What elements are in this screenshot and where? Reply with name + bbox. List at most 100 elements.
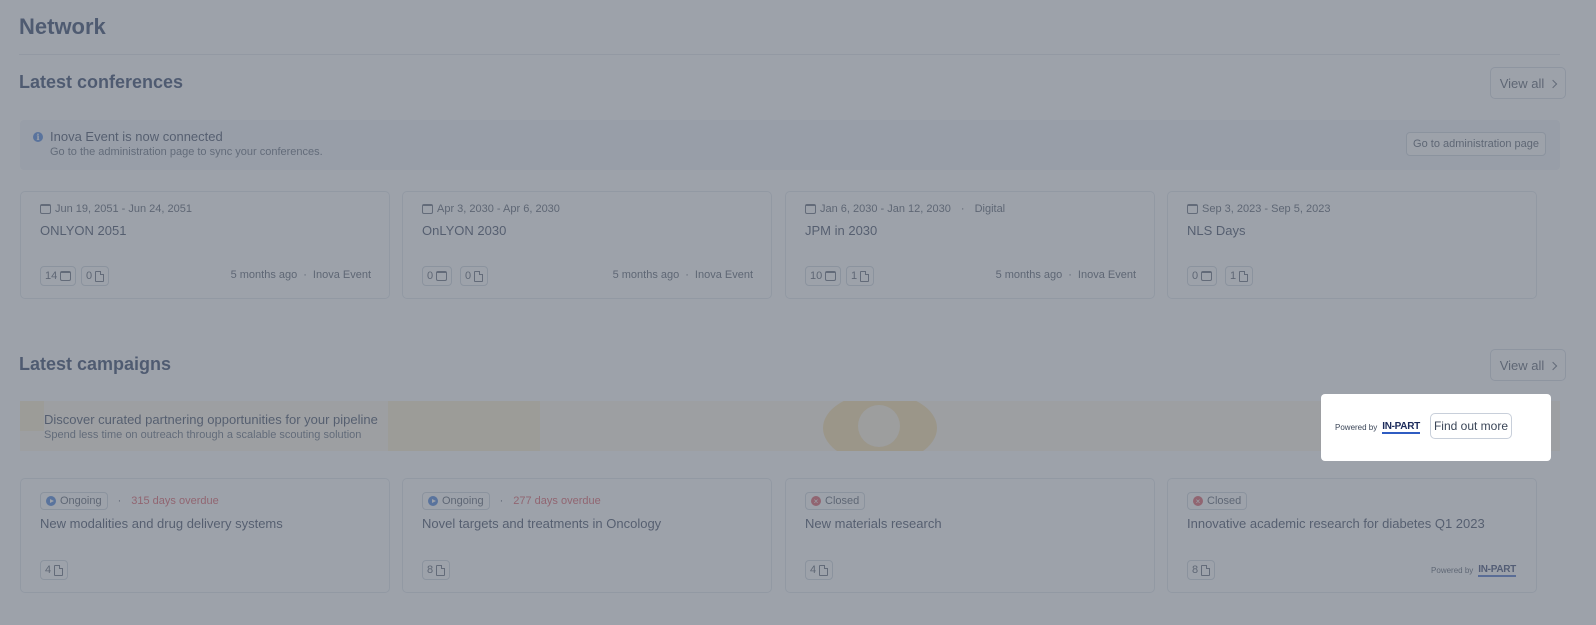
powered-by-label: Powered by (1335, 423, 1378, 432)
conferences-view-all-button[interactable]: View all (1490, 67, 1566, 99)
documents-count: 0 (86, 270, 93, 282)
events-count-chip: 14 (40, 266, 77, 286)
conference-card[interactable]: Apr 3, 2030 - Apr 6, 2030 OnLYON 2030 0 … (402, 191, 772, 299)
status-label: Ongoing (442, 495, 484, 507)
highlighted-find-out-more-panel: Powered by IN-PART Find out more (1321, 394, 1551, 461)
campaign-name: New materials research (805, 516, 942, 531)
page-title: Network (19, 14, 106, 39)
events-count: 14 (45, 270, 58, 282)
documents-count-chip: 4 (40, 560, 69, 580)
conference-dates: Jan 6, 2030 - Jan 12, 2030 · Digital (805, 203, 1005, 215)
in-part-logo: IN-PART (1478, 564, 1516, 577)
calendar-icon (1187, 204, 1198, 214)
view-all-label: View all (1499, 357, 1545, 373)
conference-format-tag: Digital (974, 203, 1006, 215)
close-icon: × (1193, 496, 1203, 506)
overdue-label: 315 days overdue (131, 495, 219, 507)
documents-count: 1 (851, 270, 858, 282)
calendar-icon (60, 271, 72, 281)
document-icon (95, 270, 105, 282)
updated-time: 5 months ago (230, 269, 298, 281)
go-to-administration-button[interactable]: Go to administration page (1406, 132, 1546, 156)
document-icon (436, 564, 446, 576)
conference-name: NLS Days (1187, 223, 1246, 238)
chevron-right-icon (1549, 79, 1558, 88)
info-icon: i (33, 132, 43, 142)
decorative-shape (388, 401, 540, 451)
play-icon (46, 496, 56, 506)
document-icon (819, 564, 829, 576)
status-badge: × Closed (1187, 492, 1248, 510)
documents-count: 1 (1230, 270, 1237, 282)
date-range: Sep 3, 2023 - Sep 5, 2023 (1202, 203, 1331, 215)
events-count-chip: 10 (805, 266, 842, 286)
campaign-status-row: Ongoing · 277 days overdue (422, 492, 601, 510)
document-icon (1201, 564, 1211, 576)
campaign-name: Novel targets and treatments in Oncology (422, 516, 662, 531)
network-page: Network Latest conferences View all i In… (0, 0, 1596, 625)
find-out-more-button[interactable]: Find out more (1430, 413, 1512, 439)
inova-connected-banner: i Inova Event is now connected Go to the… (20, 120, 1560, 170)
conference-footer: 5 months ago · Inova Event (230, 269, 371, 281)
conference-dates: Apr 3, 2030 - Apr 6, 2030 (422, 203, 560, 215)
documents-count: 8 (1192, 564, 1199, 576)
chevron-right-icon (1549, 361, 1558, 370)
calendar-icon (825, 271, 837, 281)
campaign-status-row: × Closed (805, 492, 866, 510)
conference-name: JPM in 2030 (805, 223, 878, 238)
updated-time: 5 months ago (612, 269, 680, 281)
status-badge: Ongoing (422, 492, 490, 510)
documents-count-chip: 0 (460, 266, 489, 286)
events-count: 10 (810, 270, 823, 282)
powered-by-label: Powered by (1431, 566, 1474, 575)
campaign-card[interactable]: Ongoing · 277 days overdue Novel targets… (402, 478, 772, 593)
powered-by-in-part: Powered by IN-PART (1431, 564, 1516, 577)
document-icon (54, 564, 64, 576)
conference-footer: 5 months ago · Inova Event (612, 269, 753, 281)
campaign-card[interactable]: Ongoing · 315 days overdue New modalitie… (20, 478, 390, 593)
calendar-icon (805, 204, 816, 214)
calendar-icon (422, 204, 433, 214)
conference-dates: Sep 3, 2023 - Sep 5, 2023 (1187, 203, 1330, 215)
documents-count: 4 (810, 564, 817, 576)
status-label: Closed (825, 495, 860, 507)
calendar-icon (436, 271, 448, 281)
decorative-shape (20, 401, 44, 431)
conference-card[interactable]: Jan 6, 2030 - Jan 12, 2030 · Digital JPM… (785, 191, 1155, 299)
campaign-card[interactable]: × Closed New materials research 4 (785, 478, 1155, 593)
calendar-icon (40, 204, 51, 214)
documents-count: 8 (427, 564, 434, 576)
documents-count-chip: 1 (1225, 266, 1254, 286)
conference-name: ONLYON 2051 (40, 223, 127, 238)
conference-card[interactable]: Sep 3, 2023 - Sep 5, 2023 NLS Days 0 1 (1167, 191, 1537, 299)
conference-name: OnLYON 2030 (422, 223, 507, 238)
promo-title: Discover curated partnering opportunitie… (44, 412, 378, 427)
decorative-shape (858, 405, 900, 447)
status-badge: × Closed (805, 492, 866, 510)
document-icon (1239, 270, 1249, 282)
banner-title: Inova Event is now connected (50, 129, 223, 144)
campaign-name: Innovative academic research for diabete… (1187, 516, 1485, 531)
campaigns-section-title: Latest campaigns (19, 354, 172, 374)
events-count-chip: 0 (1187, 266, 1218, 286)
status-badge: Ongoing (40, 492, 108, 510)
documents-count-chip: 0 (81, 266, 110, 286)
document-icon (474, 270, 484, 282)
status-label: Ongoing (60, 495, 102, 507)
document-icon (860, 270, 870, 282)
conferences-section-title: Latest conferences (19, 72, 184, 92)
date-range: Jun 19, 2051 - Jun 24, 2051 (55, 203, 192, 215)
campaign-status-row: Ongoing · 315 days overdue (40, 492, 219, 510)
calendar-icon (1201, 271, 1213, 281)
documents-count-chip: 4 (805, 560, 834, 580)
conference-card[interactable]: Jun 19, 2051 - Jun 24, 2051 ONLYON 2051 … (20, 191, 390, 299)
documents-count: 4 (45, 564, 52, 576)
view-all-label: View all (1499, 75, 1545, 91)
campaigns-view-all-button[interactable]: View all (1490, 349, 1566, 381)
documents-count-chip: 8 (1187, 560, 1216, 580)
campaign-card[interactable]: × Closed Innovative academic research fo… (1167, 478, 1537, 593)
powered-by-in-part: Powered by IN-PART (1335, 421, 1420, 434)
source-name: Inova Event (694, 269, 753, 281)
conference-footer: 5 months ago · Inova Event (995, 269, 1136, 281)
campaign-status-row: × Closed (1187, 492, 1248, 510)
